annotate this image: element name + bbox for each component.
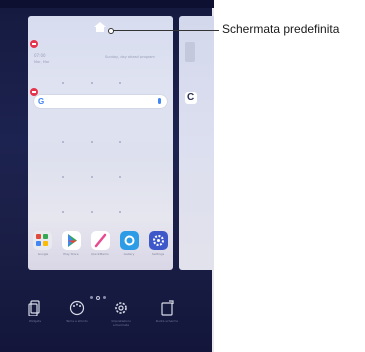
home-settings-button[interactable]: Impostazioni schermata: [104, 300, 138, 344]
grid-dot: [62, 82, 64, 84]
callout-label: Schermata predefinita: [222, 22, 340, 36]
grid-dot: [119, 141, 121, 143]
rotate-button[interactable]: Ruota schermo: [150, 300, 184, 344]
widget-time: 07:00: [34, 53, 46, 58]
phone-screen: 07:00 Mar, Mar Sunday, day ahead program…: [0, 0, 214, 352]
grid-dot: [91, 82, 93, 84]
grid-dot: [119, 82, 121, 84]
app-label: Settings: [151, 252, 165, 256]
grid-dot: [62, 141, 64, 143]
grid-dot: [119, 176, 121, 178]
settings-gear-icon: [115, 302, 127, 314]
widgets-icon: [28, 300, 40, 316]
theme-label: Tema e sfondo: [66, 319, 88, 323]
quickmemo-icon[interactable]: [91, 231, 110, 250]
status-bar-edge: [0, 0, 214, 8]
home-settings-label: Impostazioni schermata: [111, 319, 131, 327]
home-icon: [94, 22, 106, 32]
rotate-label: Ruota schermo: [155, 319, 179, 323]
widgets-label: Widgets: [28, 319, 42, 323]
settings-icon[interactable]: [149, 231, 168, 250]
widget-weather: Sunday, day ahead program: [105, 55, 155, 59]
widget-date: Mar, Mar: [34, 60, 50, 64]
page-dot[interactable]: [90, 296, 93, 299]
grid-dot: [62, 176, 64, 178]
app-label: QuickMemo: [91, 252, 109, 256]
grid-dot: [62, 211, 64, 213]
remove-search-button[interactable]: [30, 88, 38, 96]
theme-palette-icon: [69, 300, 85, 316]
grid-dot: [91, 211, 93, 213]
widgets-button[interactable]: Widgets: [18, 300, 52, 344]
callout-line: [113, 30, 219, 31]
app-label: Google: [37, 252, 49, 256]
next-panel-app-preview: [185, 42, 195, 62]
page-dot-home[interactable]: [96, 296, 100, 300]
rotate-icon: [161, 300, 174, 316]
callout-marker: [108, 28, 114, 34]
next-screen-panel[interactable]: C: [179, 16, 214, 270]
gallery-icon[interactable]: [120, 231, 139, 250]
play-store-icon[interactable]: [62, 231, 81, 250]
google-folder-icon[interactable]: [33, 231, 52, 250]
google-logo: G: [38, 97, 45, 106]
next-panel-widget-preview: C: [185, 92, 197, 104]
mic-icon[interactable]: [158, 98, 161, 104]
grid-dot: [91, 176, 93, 178]
home-screen-panel[interactable]: 07:00 Mar, Mar Sunday, day ahead program…: [28, 16, 173, 270]
grid-dot: [91, 141, 93, 143]
grid-dot: [119, 211, 121, 213]
remove-widget-button[interactable]: [30, 40, 38, 48]
app-label: Play Store: [63, 252, 79, 256]
google-search-bar[interactable]: G: [34, 95, 167, 108]
app-label: Gallery: [123, 252, 135, 256]
theme-button[interactable]: Tema e sfondo: [60, 300, 94, 344]
page-dot[interactable]: [103, 296, 106, 299]
